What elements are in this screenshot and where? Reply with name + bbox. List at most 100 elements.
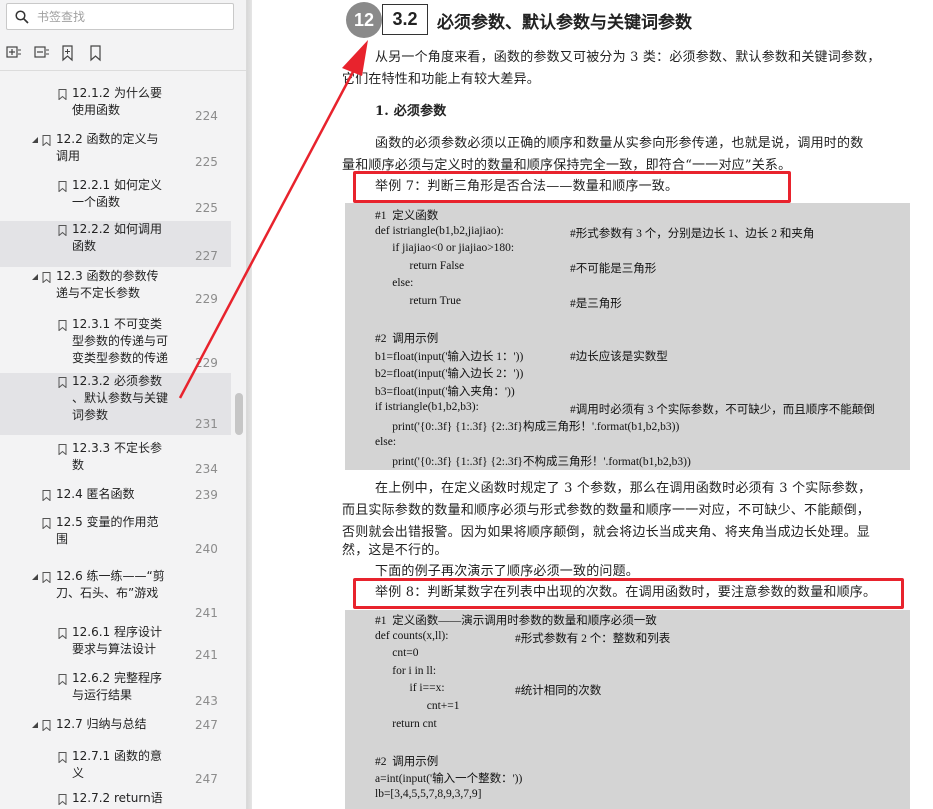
toc-item[interactable]: 12.6 练一练——“剪 刀、石头、布”游戏 241 (0, 568, 231, 624)
toc-item-page: 234 (195, 462, 218, 476)
search-input[interactable] (37, 7, 227, 26)
add-bookmark-icon[interactable] (59, 44, 77, 62)
sidebar-divider (0, 70, 246, 71)
toc-item-label: 12.7.2 return语 (72, 791, 163, 805)
toc-item[interactable]: 12.7.2 return语 (0, 790, 231, 809)
toc-item[interactable]: 12.5 变量的作用范 围 240 (0, 514, 231, 560)
toc-item-page: 229 (195, 292, 218, 306)
bookmark-icon (42, 135, 51, 146)
code-line: if istriangle(b1,b2,b3): (375, 400, 479, 413)
code-line: else: (375, 435, 397, 448)
toc-item[interactable]: 12.6.1 程序设计 要求与算法设计 241 (0, 624, 231, 666)
toc-item-page: 239 (195, 488, 218, 502)
code-line: cnt+=1 (375, 700, 460, 712)
toc-item-page: 241 (195, 648, 218, 662)
code-line: b1=float(input('输入边长 1：')) (375, 350, 524, 363)
code-line: lb=[3,4,5,5,7,8,9,3,7,9] (375, 788, 482, 800)
toc-item-label: 12.1.2 为什么要 使用函数 (72, 86, 162, 117)
section-number: 3.2 (382, 4, 428, 35)
toc-item-page: 229 (195, 356, 218, 370)
sidebar-scrollbar[interactable] (235, 393, 243, 435)
toc-item[interactable]: 12.2 函数的定义与 调用 225 (0, 131, 231, 173)
expand-triangle-icon[interactable] (31, 136, 39, 144)
toc-item-label: 12.7.1 函数的意 义 (72, 749, 162, 780)
paragraph-line: 然，这是不行的。 (342, 543, 448, 558)
toc-item-page: 240 (195, 542, 218, 556)
toc-item-page: 243 (195, 694, 218, 708)
expand-all-icon[interactable] (4, 44, 22, 62)
toc-item-page: 247 (195, 718, 218, 732)
toc-item[interactable]: 12.4 匿名函数 239 (0, 486, 231, 510)
toc-item-label: 12.3.1 不可变类 型参数的传递与可 变类型参数的传递 (72, 317, 169, 365)
code-line: #1 定义函数——演示调用时参数的数量和顺序必须一致 (375, 615, 657, 627)
bookmark-icon (58, 320, 67, 331)
code-comment: #形式参数有 3 个，分别是边长 1、边长 2 和夹角 (570, 227, 815, 240)
expand-triangle-icon[interactable] (31, 721, 39, 729)
code-line: a=int(input('输入一个整数：')) (375, 773, 523, 786)
example-8-caption: 举例 8：判断某数字在列表中出现的次数。在调用函数时，要注意参数的数量和顺序。 (375, 585, 877, 600)
toc-item-page: 225 (195, 155, 218, 169)
code-comment: #统计相同的次数 (515, 685, 602, 698)
bookmark-icon (58, 794, 67, 805)
code-comment: #形式参数有 2 个：整数和列表 (515, 632, 671, 645)
bookmark-icon (58, 181, 67, 192)
code-comment: #不可能是三角形 (570, 262, 657, 275)
bookmark-icon (42, 518, 51, 529)
code-line: for i in ll: (375, 664, 437, 677)
bookmark-toolbar (0, 44, 246, 64)
toc-item-page: 227 (195, 249, 218, 263)
section-title: 必须参数、默认参数与关键词参数 (437, 13, 692, 33)
toc-item-page: 224 (195, 109, 218, 123)
code-line: b3=float(input('输入夹角：')) (375, 386, 515, 398)
toc-item[interactable]: 12.3.3 不定长参 数 234 (0, 440, 231, 480)
toc-item[interactable]: 12.7 归纳与总结 247 (0, 716, 231, 744)
toc-item-label: 12.2.1 如何定义 一个函数 (72, 178, 162, 209)
intro-paragraph-line: 从另一个角度来看，函数的参数又可被分为 3 类：必须参数、默认参数和关键词参数， (375, 50, 881, 65)
toc-item[interactable]: 12.3 函数的参数传 递与不定长参数 229 (0, 268, 231, 310)
code-line: return False (375, 259, 465, 272)
toc-item[interactable]: 12.6.2 完整程序 与运行结果 243 (0, 670, 231, 712)
search-icon (15, 10, 29, 24)
code-line: def counts(x,ll): (375, 629, 449, 642)
bookmark-icon (42, 720, 51, 731)
toc-item-label: 12.7 归纳与总结 (56, 717, 147, 731)
code-line: else: (375, 277, 414, 290)
toc-item[interactable]: 12.2.1 如何定义 一个函数 225 (0, 177, 231, 219)
code-line: return True (375, 295, 461, 307)
document-page: 12 3.2 必须参数、默认参数与关键词参数 从另一个角度来看，函数的参数又可被… (252, 0, 933, 809)
toc-item-label: 12.3.3 不定长参 数 (72, 441, 162, 472)
code-line: #2 调用示例 (375, 755, 439, 768)
paragraph-line: 函数的必须参数必须以正确的顺序和数量从实参向形参传递，也就是说，调用时的数 (375, 136, 864, 151)
expand-triangle-icon[interactable] (31, 273, 39, 281)
bookmark-icon (58, 628, 67, 639)
example-7-caption: 举例 7：判断三角形是否合法——数量和顺序一致。 (375, 179, 679, 194)
toc-item-label: 12.6.1 程序设计 要求与算法设计 (72, 625, 162, 656)
bookmark-icon[interactable] (87, 44, 105, 62)
bookmark-icon (42, 272, 51, 283)
toc-item[interactable]: 12.1.2 为什么要 使用函数 224 (0, 85, 231, 127)
bookmark-icon (58, 674, 67, 685)
toc-item-label: 12.3.2 必须参数 、默认参数与关键 词参数 (72, 374, 169, 422)
collapse-all-icon[interactable] (32, 44, 50, 62)
expand-triangle-icon[interactable] (31, 573, 39, 581)
toc-item[interactable]: 12.7.1 函数的意 义 247 (0, 748, 231, 790)
code-comment: #是三角形 (570, 298, 622, 310)
toc-item-label: 12.5 变量的作用范 围 (56, 515, 159, 546)
bookmark-icon (58, 377, 67, 388)
toc-item[interactable]: 12.3.2 必须参数 、默认参数与关键 词参数 231 (0, 373, 231, 435)
code-line: if i==x: (375, 682, 445, 695)
toc-item-page: 231 (195, 417, 218, 431)
intro-paragraph-line: 它们在特性和功能上有较大差异。 (342, 72, 541, 87)
paragraph-line: 在上例中，在定义函数时规定了 3 个参数，那么在调用函数时必须有 3 个实际参数… (375, 481, 872, 496)
bookmark-icon (58, 752, 67, 763)
code-line: b2=float(input('输入边长 2：')) (375, 368, 524, 381)
subheading-required-params: 1. 必须参数 (375, 104, 447, 119)
toc-item-label: 12.2.2 如何调用 函数 (72, 222, 162, 253)
toc-item[interactable]: 12.3.1 不可变类 型参数的传递与可 变类型参数的传递 229 (0, 316, 231, 374)
bookmark-icon (58, 444, 67, 455)
code-line: print('{0:.3f} {1:.3f} {2:.3f}构成三角形！'.fo… (375, 421, 680, 434)
toc-item[interactable]: 12.2.2 如何调用 函数 227 (0, 221, 231, 267)
bookmark-search-box[interactable] (6, 3, 234, 30)
code-comment: #调用时必须有 3 个实际参数，不可缺少，而且顺序不能颠倒 (570, 403, 875, 416)
bookmark-icon (42, 572, 51, 583)
